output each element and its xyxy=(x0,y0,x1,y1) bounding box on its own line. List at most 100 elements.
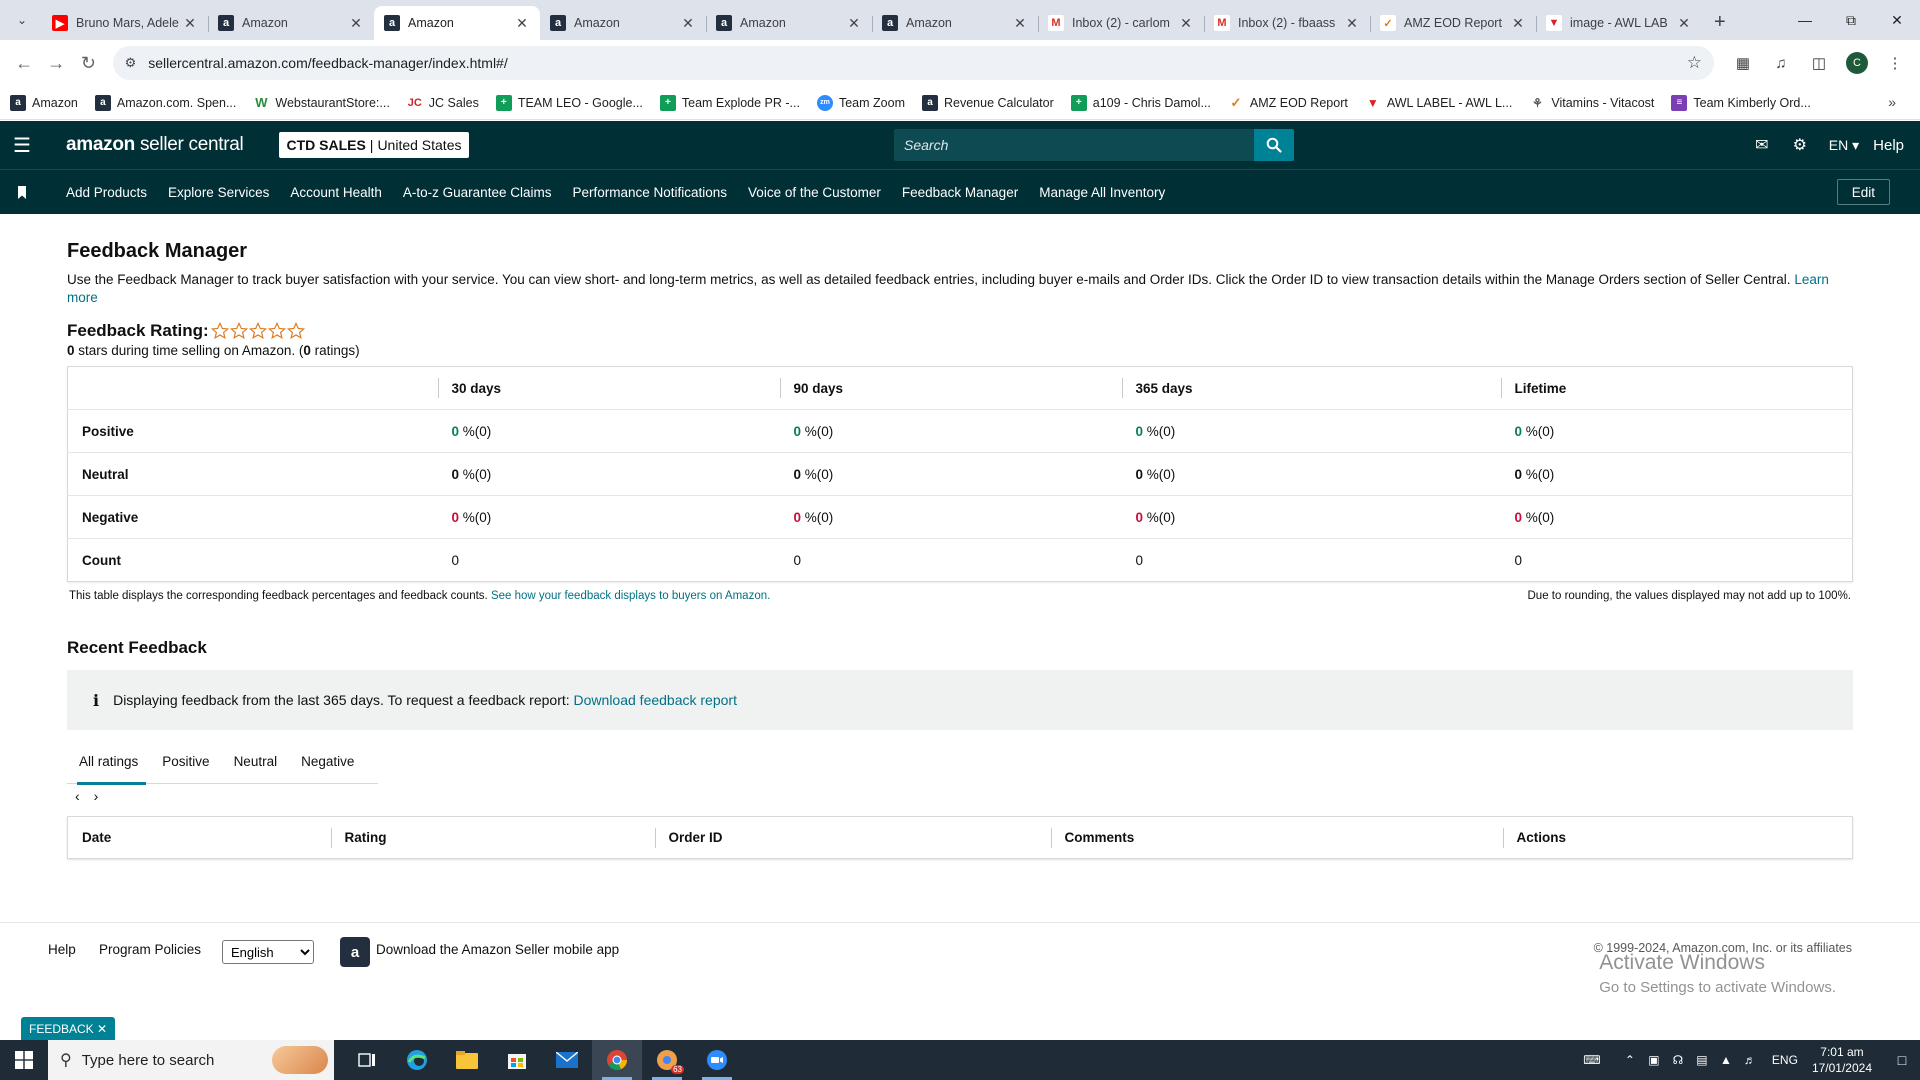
bookmark-item[interactable]: ✓ AMZ EOD Report xyxy=(1228,95,1347,111)
forward-icon[interactable]: → xyxy=(40,46,72,80)
close-tab-icon[interactable]: ✕ xyxy=(1012,15,1028,32)
close-tab-icon[interactable]: ✕ xyxy=(680,15,696,32)
nav-bookmark-icon[interactable] xyxy=(0,185,44,199)
browser-tab[interactable]: M Inbox (2) - fbaass ✕ xyxy=(1204,6,1370,40)
search-button[interactable] xyxy=(1254,129,1294,161)
store-selector[interactable]: CTD SALES | United States xyxy=(279,132,469,158)
network-icon[interactable]: ▲ xyxy=(1714,1053,1738,1067)
col-comments[interactable]: Comments xyxy=(1050,817,1503,859)
col-date[interactable]: Date xyxy=(68,817,331,859)
bookmark-item[interactable]: W WebstaurantStore:... xyxy=(253,95,390,111)
browser-tab[interactable]: a Amazon ✕ xyxy=(208,6,374,40)
chrome-icon[interactable] xyxy=(592,1040,642,1080)
footer-policies-link[interactable]: Program Policies xyxy=(99,942,201,957)
col-order-id[interactable]: Order ID xyxy=(654,817,1051,859)
nav-explore-services[interactable]: Explore Services xyxy=(168,185,269,200)
language-selector[interactable]: EN ▾ xyxy=(1829,137,1859,154)
bookmark-item[interactable]: a Amazon xyxy=(10,94,78,111)
col-rating[interactable]: Rating xyxy=(330,817,655,859)
close-tab-icon[interactable]: ✕ xyxy=(1510,15,1526,32)
volume-icon[interactable]: ♬ xyxy=(1738,1053,1762,1067)
bookmark-item[interactable]: ≡ Team Kimberly Ord... xyxy=(1671,94,1811,111)
bookmark-star-icon[interactable]: ☆ xyxy=(1687,53,1702,73)
reload-icon[interactable]: ↻ xyxy=(72,46,104,80)
edge-icon[interactable] xyxy=(392,1040,442,1080)
download-report-link[interactable]: Download feedback report xyxy=(574,692,737,708)
store-icon[interactable] xyxy=(492,1040,542,1080)
feedback-widget-button[interactable]: FEEDBACK ✕ xyxy=(21,1017,116,1041)
browser-tab[interactable]: ✓ AMZ EOD Report ✕ xyxy=(1370,6,1536,40)
media-icon[interactable]: ♫ xyxy=(1764,46,1798,80)
close-tab-icon[interactable]: ✕ xyxy=(182,15,198,32)
edit-nav-button[interactable]: Edit xyxy=(1836,179,1890,205)
more-bookmarks-icon[interactable]: » xyxy=(1888,94,1896,110)
display-icon[interactable]: ▤ xyxy=(1690,1053,1714,1067)
tab-negative[interactable]: Negative xyxy=(289,746,366,784)
show-hidden-icons-icon[interactable]: ⌃ xyxy=(1618,1053,1642,1067)
close-tab-icon[interactable]: ✕ xyxy=(1676,15,1692,32)
nav-voice-of-customer[interactable]: Voice of the Customer xyxy=(748,185,881,200)
clock[interactable]: 7:01 am 17/01/2024 xyxy=(1812,1044,1872,1076)
close-tab-icon[interactable]: ✕ xyxy=(846,15,862,32)
bookmark-item[interactable]: + TEAM LEO - Google... xyxy=(495,94,643,111)
chevron-right-icon[interactable]: › xyxy=(94,788,99,804)
tab-positive[interactable]: Positive xyxy=(150,746,221,784)
nav-feedback-manager[interactable]: Feedback Manager xyxy=(902,185,1018,200)
browser-tab[interactable]: a Amazon ✕ xyxy=(374,6,540,40)
back-icon[interactable]: ← xyxy=(8,46,40,80)
side-panel-icon[interactable]: ◫ xyxy=(1802,46,1836,80)
bookmark-item[interactable]: + Team Explode PR -... xyxy=(659,94,800,111)
browser-tab[interactable]: a Amazon ✕ xyxy=(540,6,706,40)
menu-kebab-icon[interactable]: ⋮ xyxy=(1878,46,1912,80)
microphone-icon[interactable]: ☊ xyxy=(1666,1053,1690,1067)
tab-neutral[interactable]: Neutral xyxy=(222,746,290,784)
nav-manage-inventory[interactable]: Manage All Inventory xyxy=(1039,185,1165,200)
buyer-display-link[interactable]: See how your feedback displays to buyers… xyxy=(491,590,770,602)
bookmark-item[interactable]: a Revenue Calculator xyxy=(921,94,1054,111)
taskbar-search[interactable]: ⚲ Type here to search xyxy=(48,1040,334,1080)
restore-icon[interactable]: ⧉ xyxy=(1828,0,1874,40)
keyboard-icon[interactable]: ⌨ xyxy=(1580,1053,1604,1067)
hamburger-menu-icon[interactable]: ☰ xyxy=(0,121,44,169)
bookmark-item[interactable]: zm Team Zoom xyxy=(816,94,905,111)
meet-icon[interactable]: ▣ xyxy=(1642,1053,1666,1067)
url-field[interactable]: ⚙ sellercentral.amazon.com/feedback-mana… xyxy=(112,46,1714,80)
file-explorer-icon[interactable] xyxy=(442,1040,492,1080)
close-tab-icon[interactable]: ✕ xyxy=(1344,15,1360,32)
task-view-icon[interactable] xyxy=(342,1040,392,1080)
nav-performance-notifications[interactable]: Performance Notifications xyxy=(572,185,727,200)
browser-tab[interactable]: a Amazon ✕ xyxy=(706,6,872,40)
mail-icon[interactable]: ✉ xyxy=(1743,135,1781,155)
bookmark-item[interactable]: ⚘ Vitamins - Vitacost xyxy=(1529,95,1654,111)
profile-avatar[interactable]: C xyxy=(1845,52,1868,74)
input-language[interactable]: ENG xyxy=(1772,1053,1798,1067)
nav-account-health[interactable]: Account Health xyxy=(290,185,382,200)
tab-all-ratings[interactable]: All ratings xyxy=(67,746,150,785)
chevron-left-icon[interactable]: ‹ xyxy=(75,788,80,804)
nav-a-to-z-claims[interactable]: A-to-z Guarantee Claims xyxy=(403,185,552,200)
bookmark-item[interactable]: a Amazon.com. Spen... xyxy=(94,94,236,111)
footer-language-select[interactable]: English xyxy=(222,940,314,964)
close-tab-icon[interactable]: ✕ xyxy=(348,15,364,32)
tab-search-icon[interactable]: ⌄ xyxy=(8,6,36,34)
site-info-icon[interactable]: ⚙ xyxy=(125,55,137,71)
bookmark-item[interactable]: + a109 - Chris Damol... xyxy=(1070,94,1211,111)
new-tab-icon[interactable]: + xyxy=(1702,11,1738,40)
help-link[interactable]: Help xyxy=(1873,137,1904,154)
zoom-app-icon[interactable] xyxy=(692,1040,742,1080)
settings-gear-icon[interactable]: ⚙ xyxy=(1781,135,1819,155)
start-button[interactable] xyxy=(0,1040,48,1080)
browser-tab[interactable]: ▼ image - AWL LAB ✕ xyxy=(1536,6,1702,40)
header-search-input[interactable] xyxy=(894,129,1254,161)
notifications-icon[interactable]: □ xyxy=(1884,1052,1920,1068)
nav-add-products[interactable]: Add Products xyxy=(66,185,147,200)
close-tab-icon[interactable]: ✕ xyxy=(514,15,530,32)
bookmark-item[interactable]: ▼ AWL LABEL - AWL L... xyxy=(1365,95,1512,111)
browser-tab[interactable]: ▶ Bruno Mars, Adele ✕ xyxy=(42,6,208,40)
mail-app-icon[interactable] xyxy=(542,1040,592,1080)
amazon-app-icon[interactable]: a xyxy=(340,937,370,967)
minimize-icon[interactable]: — xyxy=(1782,0,1828,40)
feedback-close-icon[interactable]: ✕ xyxy=(97,1022,107,1036)
extensions-icon[interactable]: ▦ xyxy=(1726,46,1760,80)
bookmark-item[interactable]: JC JC Sales xyxy=(407,95,479,111)
